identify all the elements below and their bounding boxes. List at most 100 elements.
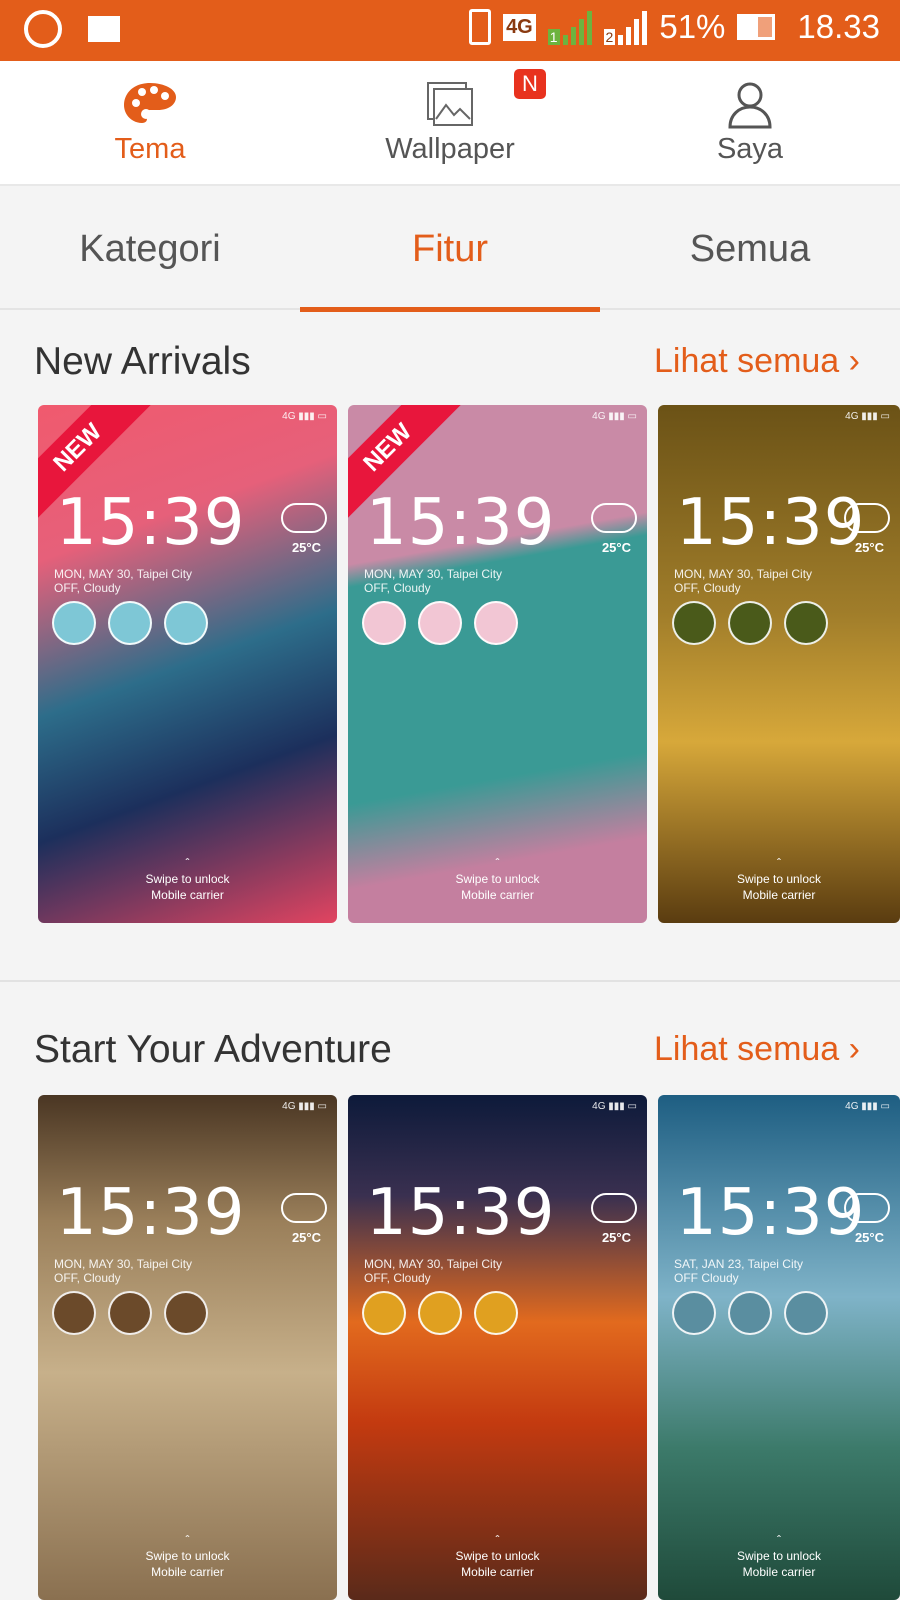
preview-swipe: ˆ Swipe to unlock Mobile carrier: [658, 1532, 900, 1580]
phone-icon: [728, 1291, 772, 1335]
section-header-adventure: Start Your Adventure Lihat semua ›: [34, 1028, 860, 1078]
preview-date: SAT, JAN 23, Taipei City OFF Cloudy: [674, 1257, 803, 1285]
tab-semua[interactable]: Semua: [600, 188, 900, 310]
preview-time: 15:39: [366, 486, 556, 560]
message-icon: [474, 601, 518, 645]
preview-apps: [672, 1291, 828, 1335]
message-icon: [474, 1291, 518, 1335]
preview-temp: 25°C: [854, 540, 884, 555]
theme-card[interactable]: 4G ▮▮▮ ▭ 15:39 25°C SAT, JAN 23, Taipei …: [658, 1095, 900, 1600]
chevron-up-icon: ˆ: [495, 856, 500, 870]
sim1-signal-icon: 1: [547, 9, 592, 45]
preview-swipe: ˆ Swipe to unlock Mobile carrier: [38, 855, 337, 903]
see-all-link[interactable]: Lihat semua ›: [654, 1030, 860, 1069]
phone-icon: [418, 601, 462, 645]
phone-icon: [728, 601, 772, 645]
message-icon: [164, 1291, 208, 1335]
preview-temp: 25°C: [291, 1230, 321, 1245]
theme-card[interactable]: 4G ▮▮▮ ▭ 15:39 25°C MON, MAY 30, Taipei …: [38, 1095, 337, 1600]
sub-tabs: Kategori Fitur Semua: [0, 188, 900, 312]
nav-saya[interactable]: Saya: [600, 61, 900, 186]
preview-date: MON, MAY 30, Taipei City OFF, Cloudy: [54, 567, 193, 595]
theme-card[interactable]: 4G ▮▮▮ ▭ NEW 15:39 25°C MON, MAY 30, Tai…: [348, 405, 647, 923]
nav-wallpaper-label: Wallpaper: [385, 133, 515, 165]
nav-tema-label: Tema: [114, 133, 186, 165]
theme-card[interactable]: 4G ▮▮▮ ▭ NEW 15:39 25°C MON, MAY 30, Tai…: [38, 405, 337, 923]
preview-apps: [362, 601, 518, 645]
preview-time: 15:39: [366, 1176, 556, 1250]
message-icon: [164, 601, 208, 645]
message-icon: [784, 601, 828, 645]
preview-temp: 25°C: [601, 1230, 631, 1245]
camera-icon: [52, 1291, 96, 1335]
preview-time: 15:39: [56, 486, 246, 560]
chevron-up-icon: ˆ: [185, 856, 190, 870]
preview-apps: [362, 1291, 518, 1335]
phone-icon: [108, 601, 152, 645]
section-divider: [0, 980, 900, 982]
status-bar: 4G 1 2 51% 18.33: [0, 0, 900, 61]
preview-temp: 25°C: [854, 1230, 884, 1245]
preview-temp: 25°C: [601, 540, 631, 555]
whatsapp-icon: [24, 10, 62, 48]
mini-status-icons: 4G ▮▮▮ ▭: [282, 1101, 327, 1112]
tab-kategori[interactable]: Kategori: [0, 188, 300, 310]
nav-saya-label: Saya: [716, 133, 784, 165]
preview-apps: [52, 1291, 208, 1335]
sim2-signal-icon: 2: [603, 9, 648, 45]
mini-status-icons: 4G ▮▮▮ ▭: [592, 1101, 637, 1112]
preview-apps: [672, 601, 828, 645]
chevron-up-icon: ˆ: [495, 1533, 500, 1547]
clock: 18.33: [797, 8, 880, 45]
chevron-up-icon: ˆ: [777, 856, 781, 870]
phone-icon: [418, 1291, 462, 1335]
chevron-right-icon: ›: [848, 342, 860, 380]
preview-time: 15:39: [676, 1176, 866, 1250]
top-navigation: Tema N Wallpaper Saya: [0, 61, 900, 186]
theme-card[interactable]: 4G ▮▮▮ ▭ 15:39 25°C MON, MAY 30, Taipei …: [348, 1095, 647, 1600]
mini-status-icons: 4G ▮▮▮ ▭: [282, 411, 327, 422]
mini-status-icons: 4G ▮▮▮ ▭: [845, 1101, 890, 1112]
preview-swipe: ˆ Swipe to unlock Mobile carrier: [658, 855, 900, 903]
cloud-icon: [844, 1193, 890, 1223]
chevron-right-icon: ›: [848, 1030, 860, 1068]
see-all-link[interactable]: Lihat semua ›: [654, 342, 860, 381]
nav-wallpaper[interactable]: N Wallpaper: [300, 61, 600, 186]
battery-icon: [737, 14, 776, 40]
tab-fitur[interactable]: Fitur: [300, 188, 600, 312]
cloud-icon: [844, 503, 890, 533]
camera-icon: [362, 601, 406, 645]
mini-status-icons: 4G ▮▮▮ ▭: [845, 411, 890, 422]
network-type: 4G: [503, 13, 536, 41]
preview-swipe: ˆ Swipe to unlock Mobile carrier: [38, 1532, 337, 1580]
preview-apps: [52, 601, 208, 645]
camera-icon: [362, 1291, 406, 1335]
chevron-up-icon: ˆ: [185, 1533, 190, 1547]
cloud-icon: [591, 503, 637, 533]
nav-tema[interactable]: Tema: [0, 61, 300, 186]
phone-icon: [108, 1291, 152, 1335]
preview-time: 15:39: [56, 1176, 246, 1250]
chevron-up-icon: ˆ: [777, 1533, 781, 1547]
wallpaper-icon: [427, 82, 473, 126]
section-title: Start Your Adventure: [34, 1028, 392, 1071]
theme-card[interactable]: 4G ▮▮▮ ▭ 15:39 25°C MON, MAY 30, Taipei …: [658, 405, 900, 923]
cloud-icon: [281, 503, 327, 533]
preview-date: MON, MAY 30, Taipei City OFF, Cloudy: [364, 567, 503, 595]
preview-swipe: ˆ Swipe to unlock Mobile carrier: [348, 855, 647, 903]
gallery-icon: [88, 16, 120, 42]
camera-icon: [672, 601, 716, 645]
preview-date: MON, MAY 30, Taipei City OFF, Cloudy: [54, 1257, 193, 1285]
camera-icon: [672, 1291, 716, 1335]
new-badge: N: [514, 69, 546, 99]
camera-icon: [52, 601, 96, 645]
preview-time: 15:39: [676, 486, 866, 560]
mini-status-icons: 4G ▮▮▮ ▭: [592, 411, 637, 422]
palette-icon: [124, 83, 176, 123]
section-header-new-arrivals: New Arrivals Lihat semua ›: [34, 340, 860, 390]
preview-temp: 25°C: [291, 540, 321, 555]
preview-date: MON, MAY 30, Taipei City OFF, Cloudy: [674, 567, 813, 595]
message-icon: [784, 1291, 828, 1335]
battery-percent: 51%: [659, 8, 726, 45]
section-title: New Arrivals: [34, 340, 251, 383]
